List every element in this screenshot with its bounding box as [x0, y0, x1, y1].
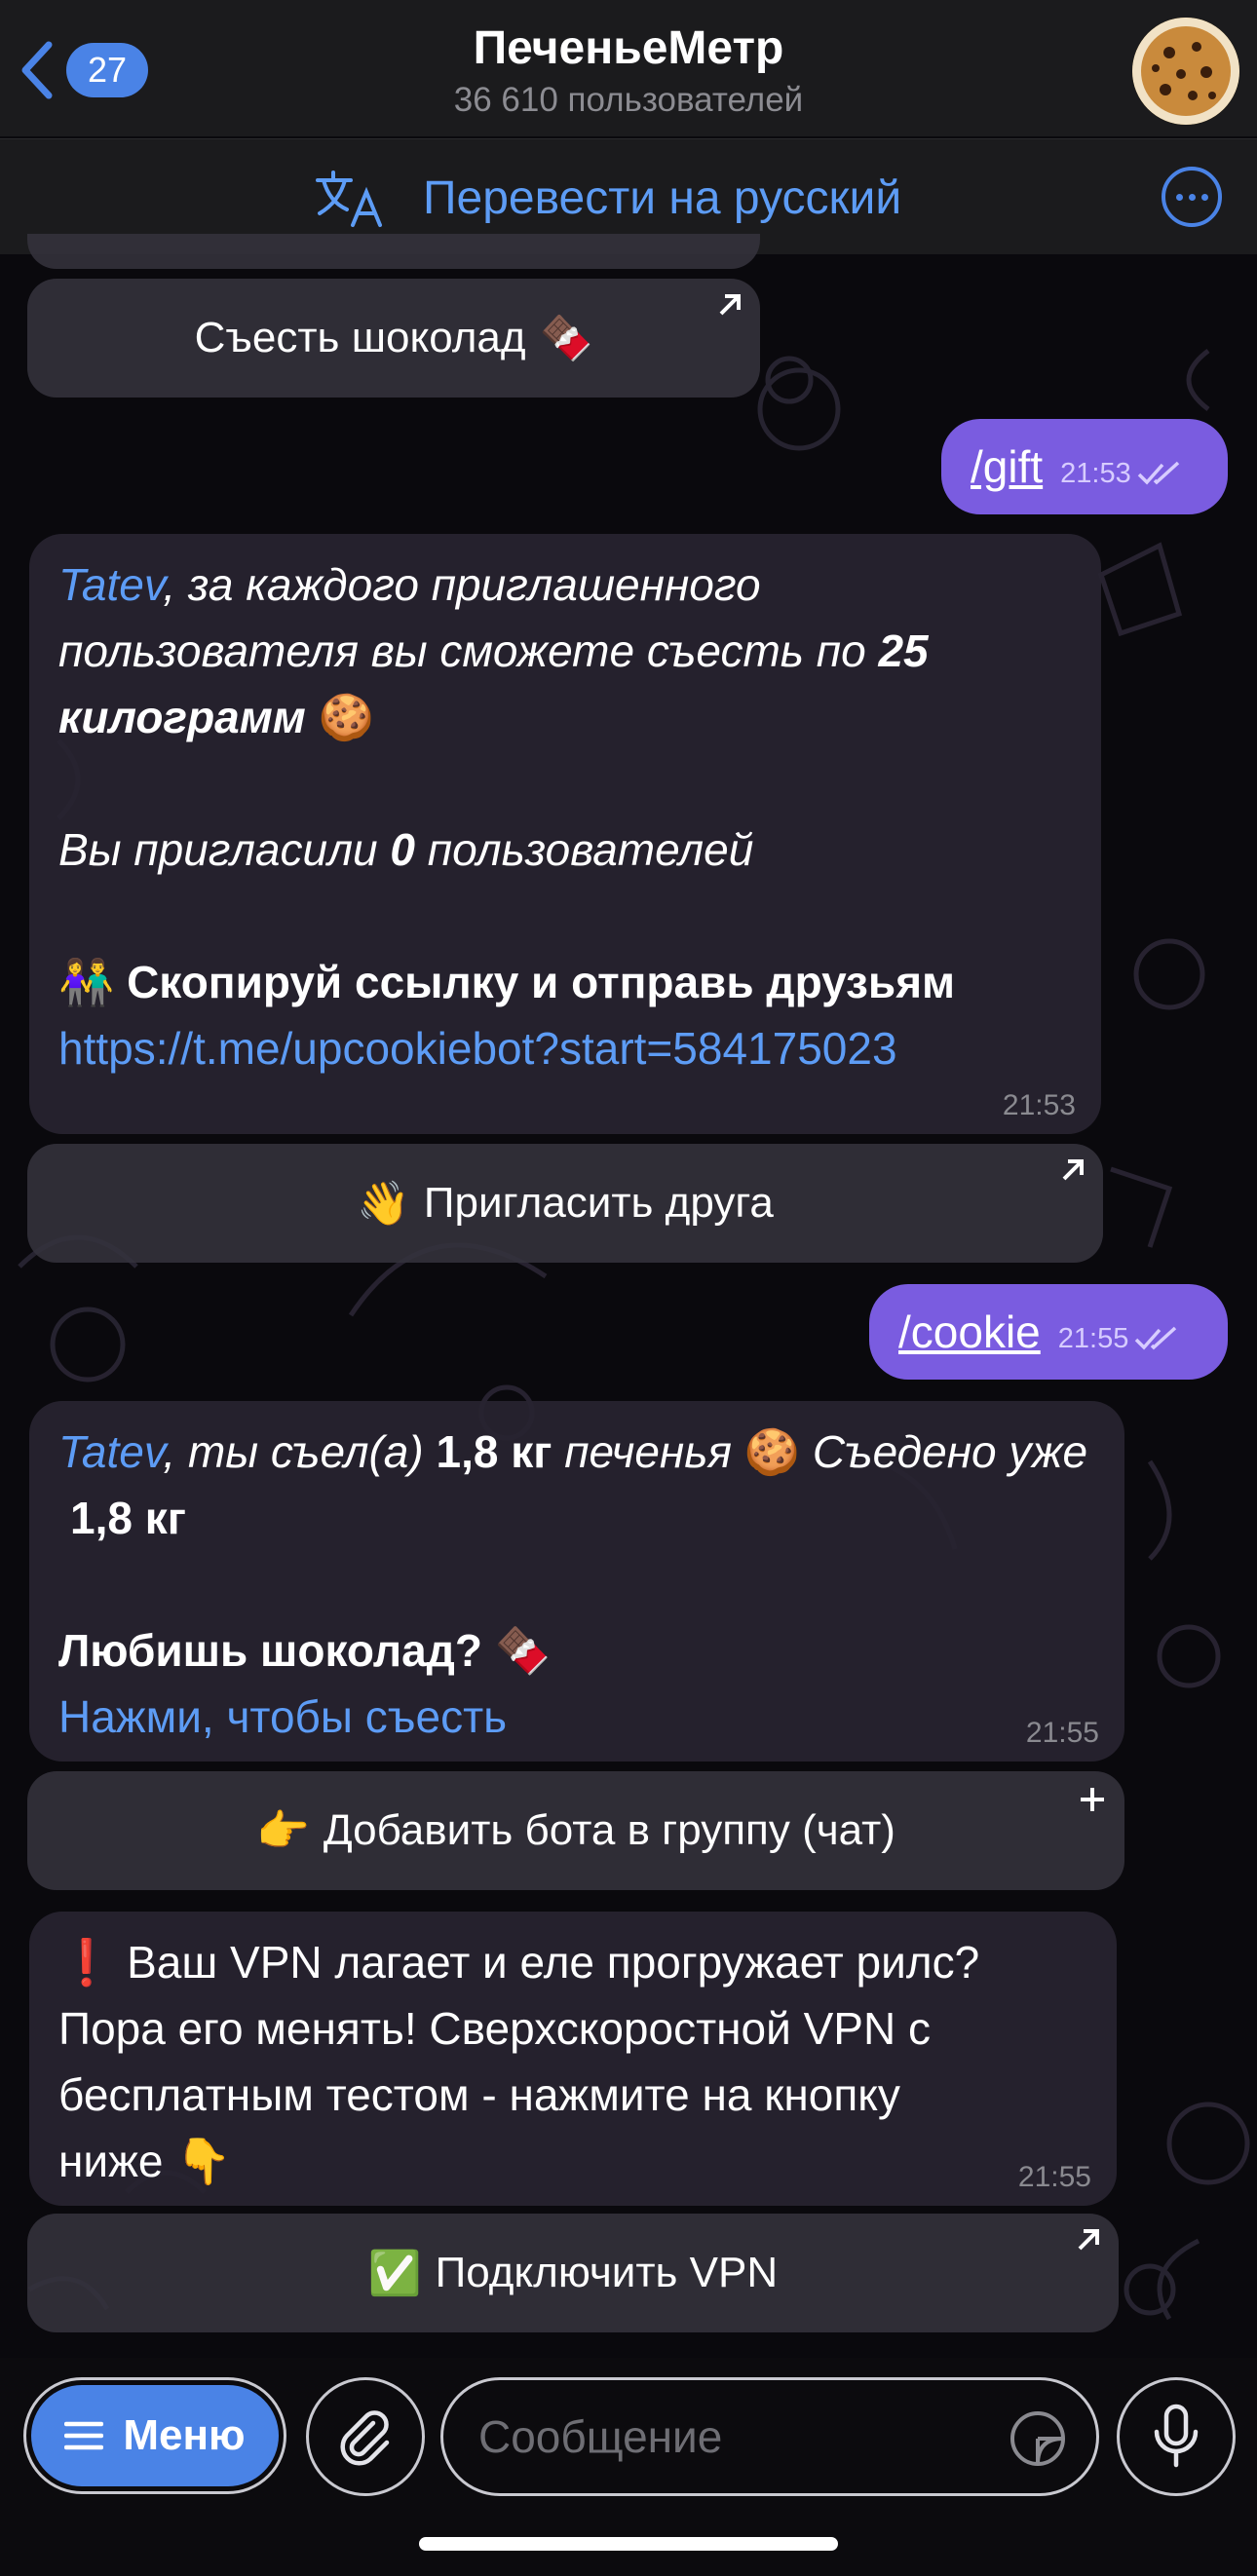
attach-button[interactable]: [306, 2377, 425, 2496]
chat-header: 27 ПеченьеМетр 36 610 пользователей: [0, 0, 1257, 136]
arrow-up-right-icon: [1078, 2229, 1099, 2251]
arrow-up-right-icon: [1062, 1159, 1084, 1181]
invite-friend-label: Пригласить друга: [423, 1179, 774, 1227]
chat-title-area[interactable]: ПеченьеМетр 36 610 пользователей: [0, 21, 1257, 120]
message-input[interactable]: Сообщение: [440, 2377, 1099, 2496]
hamburger-icon: [64, 2421, 104, 2450]
vpn-text-line-3: бесплатным тестом - нажмите на кнопку: [58, 2069, 900, 2120]
chocolate-icon: 🍫: [494, 1624, 552, 1677]
user-mention[interactable]: Tatev: [58, 559, 163, 610]
outgoing-message-gift[interactable]: /gift 21:53: [941, 419, 1228, 514]
referral-link[interactable]: https://t.me/upcookiebot?start=584175023: [58, 1023, 897, 1074]
cookie-icon: 🍪: [318, 691, 374, 743]
plus-icon: [1081, 1788, 1104, 1811]
eaten-total-text: Съедено уже: [800, 1426, 1088, 1477]
add-bot-label: Добавить бота в группу (чат): [323, 1806, 895, 1854]
cookie-command: /cookie: [898, 1307, 1041, 1357]
message-time: 21:55: [1057, 1322, 1129, 1354]
invited-pre: Вы пригласили: [58, 824, 391, 875]
member-count: 36 610 пользователей: [453, 81, 804, 119]
check-mark-icon: ✅: [367, 2249, 422, 2298]
message-time: 21:53: [1060, 457, 1131, 489]
eaten-text-2: печенья: [552, 1426, 744, 1477]
vpn-text-line-2: Пора его менять! Сверхскоростной VPN с: [58, 2003, 931, 2054]
invite-friend-button[interactable]: 👋 Пригласить друга: [27, 1144, 1103, 1263]
pointing-right-icon: 👉: [256, 1806, 310, 1856]
arrow-up-right-icon: [719, 294, 741, 316]
connect-vpn-button[interactable]: ✅ Подключить VPN: [27, 2214, 1119, 2332]
connect-vpn-label: Подключить VPN: [435, 2249, 779, 2296]
previous-keyboard-button[interactable]: [27, 234, 760, 269]
tap-to-eat-link[interactable]: Нажми, чтобы съесть: [58, 1691, 507, 1742]
sticker-icon[interactable]: [1009, 2409, 1067, 2468]
gift-command: /gift: [971, 441, 1044, 492]
eat-chocolate-button[interactable]: Съесть шоколад 🍫: [27, 279, 760, 398]
double-check-icon: [1135, 1326, 1177, 1350]
invite-text: , за каждого приглашенного пользователя …: [58, 559, 879, 676]
incoming-message-vpn: ❗ Ваш VPN лагает и еле прогружает рилс? …: [29, 1912, 1117, 2206]
message-placeholder: Сообщение: [478, 2411, 723, 2462]
incoming-message-eaten: Tatev, ты съел(а) 1,8 кг печенья 🍪 Съеде…: [29, 1401, 1124, 1762]
home-indicator[interactable]: [419, 2537, 838, 2551]
people-icon: 👫: [58, 956, 115, 1008]
exclamation-icon: ❗: [58, 1936, 115, 1989]
eaten-total: 1,8 кг: [70, 1493, 186, 1543]
incoming-message-invite: Tatev, за каждого приглашенного пользова…: [29, 534, 1101, 1134]
outgoing-message-cookie[interactable]: /cookie 21:55: [869, 1284, 1228, 1380]
vpn-text-line-1: Ваш VPN лагает и еле прогружает рилс?: [127, 1937, 980, 1988]
translate-icon: [316, 170, 382, 227]
microphone-icon: [1154, 2404, 1199, 2468]
add-bot-to-group-button[interactable]: 👉 Добавить бота в группу (чат): [27, 1771, 1124, 1890]
chocolate-icon: 🍫: [539, 314, 593, 363]
eat-chocolate-label: Съесть шоколад: [194, 314, 526, 361]
double-check-icon: [1137, 461, 1179, 485]
copy-link-label: Скопируй ссылку и отправь друзьям: [127, 957, 956, 1007]
invited-post: пользователей: [414, 824, 754, 875]
user-mention[interactable]: Tatev: [58, 1426, 163, 1477]
microphone-button[interactable]: [1117, 2377, 1236, 2496]
more-icon[interactable]: [1162, 167, 1222, 227]
eaten-amount: 1,8 кг: [436, 1426, 552, 1477]
paperclip-icon: [340, 2410, 390, 2466]
vpn-text-line-4: ниже: [58, 2136, 164, 2186]
message-time: 21:55: [1025, 1717, 1099, 1749]
invited-count: 0: [390, 824, 415, 875]
message-time: 21:55: [1017, 2161, 1091, 2193]
avatar[interactable]: [1132, 18, 1239, 125]
cookie-icon: 🍪: [743, 1425, 801, 1478]
translate-label: Перевести на русский: [423, 171, 902, 224]
menu-label: Меню: [123, 2411, 246, 2459]
menu-button[interactable]: Меню: [23, 2377, 286, 2494]
pointing-down-icon: 👇: [175, 2135, 232, 2187]
message-time: 21:53: [1002, 1089, 1076, 1121]
waving-hand-icon: 👋: [357, 1179, 410, 1229]
cookie-avatar-icon: [1132, 18, 1239, 125]
chat-title: ПеченьеМетр: [473, 22, 784, 74]
eaten-text: , ты съел(а): [163, 1426, 437, 1477]
chocolate-question: Любишь шоколад?: [58, 1625, 482, 1676]
